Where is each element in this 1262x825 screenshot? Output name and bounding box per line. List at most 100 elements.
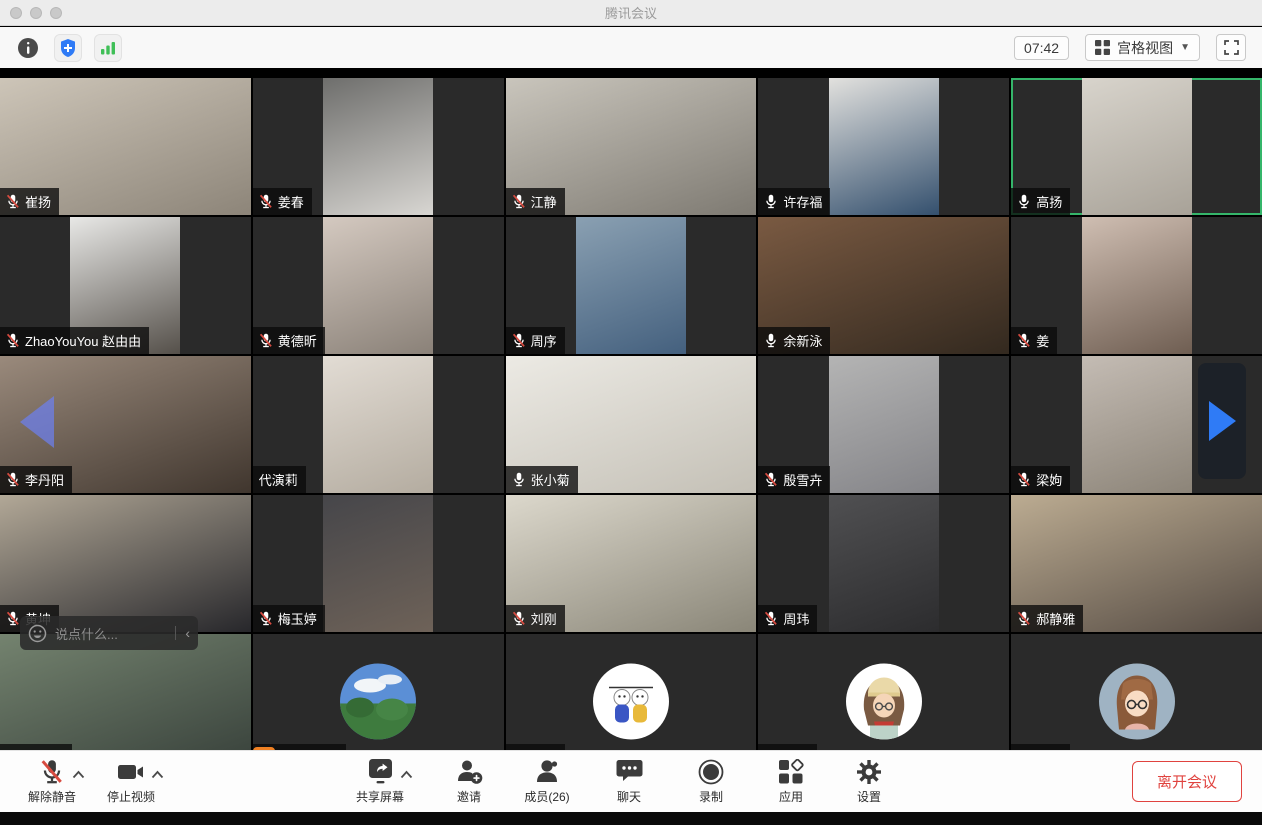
- video-tile[interactable]: ZhaoYouYou 赵由由: [0, 217, 251, 354]
- video-tile[interactable]: 姜春: [253, 78, 504, 215]
- participant-video: [829, 356, 939, 493]
- mic-muted-icon: [1017, 472, 1031, 487]
- mic-muted-icon: [512, 333, 526, 348]
- info-icon[interactable]: [14, 34, 42, 62]
- apps-button[interactable]: 应用: [763, 759, 819, 805]
- chevron-left-icon[interactable]: ‹: [175, 626, 190, 640]
- participant-name: 姜: [1036, 331, 1049, 350]
- view-mode-dropdown[interactable]: 宫格视图 ▼: [1085, 34, 1200, 61]
- mic-muted-icon: [6, 472, 20, 487]
- window-title: 腾讯会议: [0, 3, 1262, 22]
- video-tile[interactable]: 梅玉婷: [253, 495, 504, 632]
- participant-name: 梁姁: [1036, 470, 1062, 489]
- participant-namebar: 崔扬: [0, 188, 59, 215]
- meeting-window: 腾讯会议 07:42 宫格视图 ▼: [0, 0, 1262, 825]
- chat-input[interactable]: 说点什么...: [55, 624, 167, 643]
- participant-video: [323, 356, 433, 493]
- emoji-icon[interactable]: [28, 624, 47, 643]
- participant-namebar: 张小菊: [506, 466, 578, 493]
- video-tile[interactable]: 江静: [506, 78, 757, 215]
- participant-name: 李丹阳: [25, 470, 64, 489]
- chevron-up-icon[interactable]: [400, 766, 413, 784]
- members-icon: [533, 759, 561, 785]
- fullscreen-button[interactable]: [1216, 34, 1246, 61]
- invite-icon: [455, 759, 483, 785]
- mic-muted-icon: [6, 194, 20, 209]
- video-tile[interactable]: 刘刚: [506, 495, 757, 632]
- grid-view-icon: [1095, 40, 1110, 55]
- invite-button[interactable]: 邀请: [441, 759, 497, 805]
- participant-namebar: 刘刚: [506, 605, 565, 632]
- chat-icon: [616, 759, 643, 785]
- participant-name: 刘刚: [531, 609, 557, 628]
- video-tile[interactable]: 姜: [1011, 217, 1262, 354]
- toolbar-label: 聊天: [617, 788, 641, 805]
- participant-name: 崔扬: [25, 192, 51, 211]
- video-tile[interactable]: 许存福: [758, 78, 1009, 215]
- mic-muted-icon: [1017, 333, 1031, 348]
- video-grid: 崔扬 姜春 江静 许存福 高扬 ZhaoYouYou 赵由由 黄德昕 周序 余新…: [0, 78, 1262, 771]
- toolbar-label: 设置: [857, 788, 881, 805]
- record-icon: [698, 759, 724, 785]
- apps-icon: [778, 759, 804, 785]
- video-tile[interactable]: 张小菊: [506, 356, 757, 493]
- settings-button[interactable]: 设置: [841, 759, 897, 805]
- video-tile[interactable]: 黄德昕: [253, 217, 504, 354]
- participant-namebar: ZhaoYouYou 赵由由: [0, 327, 149, 354]
- titlebar: 腾讯会议: [0, 0, 1262, 26]
- participant-namebar: 周序: [506, 327, 565, 354]
- signal-icon[interactable]: [94, 34, 122, 62]
- mic-muted-icon: [259, 611, 273, 626]
- video-tile[interactable]: 崔扬: [0, 78, 251, 215]
- toolbar-label: 解除静音: [28, 788, 76, 805]
- video-tile[interactable]: 黄坤: [0, 495, 251, 632]
- participant-name: 梅玉婷: [278, 609, 317, 628]
- mic-muted-icon: [259, 333, 273, 348]
- mic-on-icon: [1017, 194, 1031, 209]
- page-right-button[interactable]: [1198, 363, 1246, 479]
- chevron-up-icon[interactable]: [151, 766, 164, 784]
- participant-name: 江静: [531, 192, 557, 211]
- video-tile[interactable]: 周序: [506, 217, 757, 354]
- video-tile[interactable]: 高扬: [1011, 78, 1262, 215]
- video-tile[interactable]: 郝静雅: [1011, 495, 1262, 632]
- mic-on-icon: [512, 472, 526, 487]
- participant-namebar: 殷雪卉: [758, 466, 830, 493]
- participant-name: 郝静雅: [1036, 609, 1075, 628]
- shield-icon[interactable]: [54, 34, 82, 62]
- participant-namebar: 梅玉婷: [253, 605, 325, 632]
- page-left-icon[interactable]: [20, 396, 54, 448]
- participant-name: 高扬: [1036, 192, 1062, 211]
- participant-namebar: 余新泳: [758, 327, 830, 354]
- mic-muted-icon: [259, 194, 273, 209]
- record-button[interactable]: 录制: [683, 759, 739, 805]
- video-tile[interactable]: 殷雪卉: [758, 356, 1009, 493]
- participant-name: 张小菊: [531, 470, 570, 489]
- video-tile[interactable]: 代演莉: [253, 356, 504, 493]
- video-tile[interactable]: 周玮: [758, 495, 1009, 632]
- avatar: [1099, 663, 1175, 739]
- participant-name: ZhaoYouYou 赵由由: [25, 331, 141, 350]
- participant-video: [1082, 78, 1192, 215]
- participant-name: 周玮: [783, 609, 809, 628]
- toolbar-label: 成员(26): [524, 788, 569, 805]
- mic-muted-icon: [764, 611, 778, 626]
- top-toolbar: 07:42 宫格视图 ▼: [0, 27, 1262, 68]
- chat-button[interactable]: 聊天: [601, 759, 657, 805]
- meeting-timer: 07:42: [1014, 36, 1069, 60]
- participant-video: [829, 78, 939, 215]
- video-tile[interactable]: 余新泳: [758, 217, 1009, 354]
- participant-name: 殷雪卉: [783, 470, 822, 489]
- toolbar-label: 应用: [779, 788, 803, 805]
- chevron-up-icon[interactable]: [72, 766, 85, 784]
- leave-meeting-button[interactable]: 离开会议: [1132, 761, 1242, 802]
- participant-name: 代演莉: [259, 470, 298, 489]
- members-button[interactable]: 成员(26): [519, 759, 575, 805]
- participant-namebar: 江静: [506, 188, 565, 215]
- mic-on-icon: [764, 333, 778, 348]
- bottom-edge: [0, 812, 1262, 825]
- mic-on-icon: [764, 194, 778, 209]
- mic-muted-icon: [6, 333, 20, 348]
- toolbar-label: 停止视频: [107, 788, 155, 805]
- share-screen-icon: [367, 759, 394, 785]
